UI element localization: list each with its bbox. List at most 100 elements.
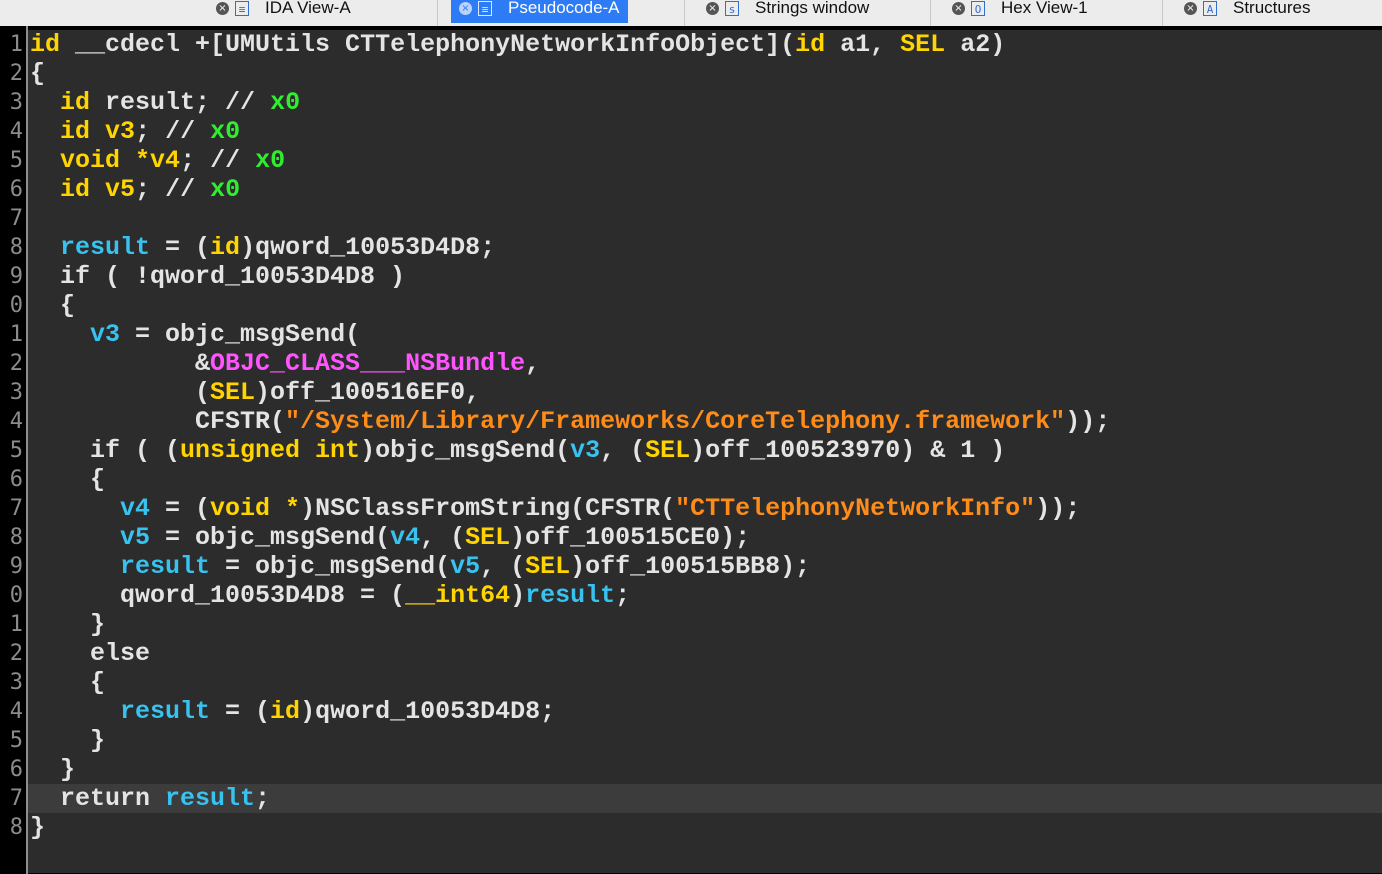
code-token: )off_100515BB8); [570, 552, 811, 581]
tab-structures[interactable]: × A Structures [1176, 0, 1318, 23]
code-token: )objc_msgSend( [360, 436, 571, 465]
tab-bar: × ≡ IDA View-A × ≡ Pseudocode-A × s Strings wind… [0, 0, 1382, 26]
line-number: 5 [9, 728, 23, 753]
tab-strings-window[interactable]: × s Strings window [698, 0, 877, 23]
code-token: return [30, 784, 166, 813]
code-token: result [165, 784, 256, 813]
code-line[interactable]: { [28, 465, 1382, 494]
code-area[interactable]: id __cdecl +[UMUtils CTTelephonyNetworkI… [28, 30, 1382, 873]
code-token: id [270, 697, 301, 726]
code-line[interactable]: id v5; // x0 [28, 175, 1382, 204]
code-token: & [30, 349, 211, 378]
code-line[interactable]: id __cdecl +[UMUtils CTTelephonyNetworkI… [28, 30, 1382, 59]
close-icon[interactable]: × [216, 1, 229, 15]
code-line[interactable] [28, 204, 1382, 233]
code-token: = objc_msgSend( [120, 320, 361, 349]
close-icon[interactable]: × [1184, 1, 1197, 15]
code-token: v3 [570, 436, 601, 465]
code-token: unsigned int [180, 436, 361, 465]
pseudocode-editor[interactable]: 1 2 3 4 5 6 7 8 9 0 1 2 3 4 5 6 7 8 9 0 1 2 3 4 5 6 7 8 id __cdecl … [0, 26, 1382, 874]
code-token: , ( [420, 523, 466, 552]
line-number: 1 [9, 32, 23, 57]
code-line[interactable]: else [28, 639, 1382, 668]
code-token: } [30, 813, 46, 842]
code-token: result [60, 233, 151, 262]
close-icon[interactable]: × [706, 1, 719, 15]
tab-type-icon: ≡ [235, 0, 249, 16]
code-token: = ( [210, 697, 271, 726]
code-token: id [795, 30, 826, 59]
tab-label: Hex View-1 [1001, 0, 1088, 17]
line-number: 4 [9, 119, 23, 144]
code-line[interactable]: void *v4; // x0 [28, 146, 1382, 175]
code-token: = ( [150, 233, 211, 262]
tab-hex-view-1[interactable]: × O Hex View-1 [944, 0, 1096, 23]
code-line[interactable]: if ( (unsigned int)objc_msgSend(v3, (SEL… [28, 436, 1382, 465]
code-line[interactable]: { [28, 668, 1382, 697]
code-line[interactable]: v5 = objc_msgSend(v4, (SEL)off_100515CE0… [28, 523, 1382, 552]
code-line[interactable]: } [28, 726, 1382, 755]
code-token: id [30, 30, 61, 59]
code-line[interactable]: CFSTR("/System/Library/Frameworks/CoreTe… [28, 407, 1382, 436]
code-token: = objc_msgSend( [150, 523, 391, 552]
code-line[interactable]: } [28, 755, 1382, 784]
line-number: 2 [9, 61, 23, 86]
close-icon[interactable]: × [952, 1, 965, 15]
code-token: SEL [465, 523, 511, 552]
code-line[interactable]: { [28, 59, 1382, 88]
code-token: )off_100515CE0); [510, 523, 751, 552]
code-line[interactable]: result = (id)qword_10053D4D8; [28, 697, 1382, 726]
code-token: v3 [90, 320, 121, 349]
code-token: a1, [825, 30, 901, 59]
code-line[interactable]: return result; [28, 784, 1382, 813]
code-token: = ( [150, 494, 211, 523]
code-token: , [525, 349, 541, 378]
code-token: { [30, 59, 46, 88]
code-line[interactable]: } [28, 813, 1382, 842]
tab-label: Strings window [755, 0, 870, 17]
code-line[interactable]: (SEL)off_100516EF0, [28, 378, 1382, 407]
code-line[interactable]: &OBJC_CLASS___NSBundle, [28, 349, 1382, 378]
code-token: { [30, 668, 106, 697]
code-token: CFSTR( [30, 407, 286, 436]
code-token: "/System/Library/Frameworks/CoreTelephon… [285, 407, 1066, 436]
code-token: } [30, 755, 76, 784]
code-token: void [60, 146, 121, 175]
code-line[interactable]: v4 = (void *)NSClassFromString(CFSTR("CT… [28, 494, 1382, 523]
line-number: 0 [9, 293, 23, 318]
tab-ida-view-a[interactable]: × ≡ IDA View-A [208, 0, 359, 23]
code-token: id [60, 175, 91, 204]
code-token: result [120, 552, 211, 581]
code-line[interactable]: id v3; // x0 [28, 117, 1382, 146]
code-line[interactable]: id result; // x0 [28, 88, 1382, 117]
code-token: qword_10053D4D8 = ( [30, 581, 406, 610]
code-line[interactable]: qword_10053D4D8 = (__int64)result; [28, 581, 1382, 610]
line-number: 4 [9, 409, 23, 434]
code-token: *v4 [135, 146, 181, 175]
code-line[interactable]: if ( !qword_10053D4D8 ) [28, 262, 1382, 291]
code-token: x0 [270, 88, 301, 117]
code-line[interactable]: result = (id)qword_10053D4D8; [28, 233, 1382, 262]
close-icon[interactable]: × [459, 1, 472, 15]
tab-pseudocode-a[interactable]: × ≡ Pseudocode-A [451, 0, 628, 23]
tab-label: Structures [1233, 0, 1311, 17]
code-line[interactable]: result = objc_msgSend(v5, (SEL)off_10051… [28, 552, 1382, 581]
line-number: 8 [9, 815, 23, 840]
code-line[interactable]: { [28, 291, 1382, 320]
code-token: id [210, 233, 241, 262]
code-token: v5 [105, 175, 136, 204]
code-token: OBJC_CLASS___NSBundle [210, 349, 526, 378]
code-token: , ( [600, 436, 646, 465]
code-line[interactable]: v3 = objc_msgSend( [28, 320, 1382, 349]
code-line[interactable]: } [28, 610, 1382, 639]
code-token: } [30, 610, 106, 639]
code-token: { [30, 465, 106, 494]
code-token: if ( !qword_10053D4D8 ) [30, 262, 406, 291]
